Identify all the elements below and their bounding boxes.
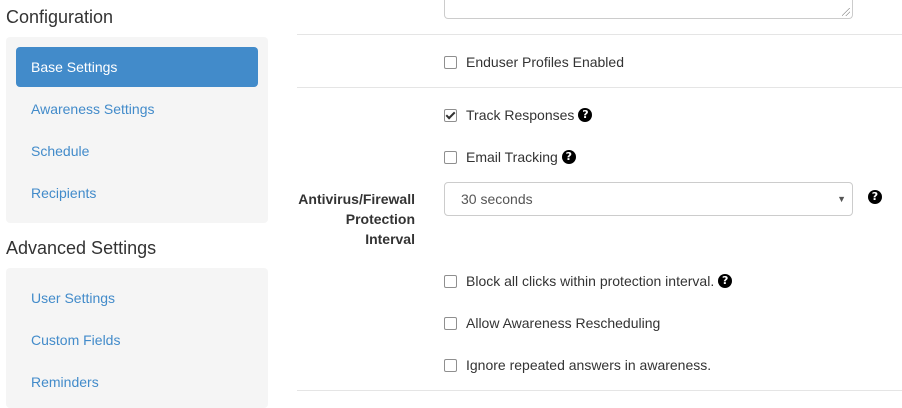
enduser-profiles-checkbox[interactable] <box>444 55 457 69</box>
ignore-repeated-checkbox[interactable] <box>444 358 457 372</box>
track-responses-checkbox[interactable] <box>444 108 457 122</box>
email-tracking-label: Email Tracking <box>466 149 558 165</box>
protection-interval-label: Antivirus/Firewall Protection Interval <box>298 191 415 247</box>
enduser-profiles-label: Enduser Profiles Enabled <box>466 54 624 70</box>
nav-item-custom-fields[interactable]: Custom Fields <box>16 320 258 360</box>
track-responses-label: Track Responses <box>466 107 575 123</box>
protection-interval-value: 30 seconds <box>461 191 533 207</box>
allow-rescheduling-label: Allow Awareness Rescheduling <box>466 315 661 331</box>
email-tracking-checkbox[interactable] <box>444 150 457 164</box>
track-responses-row[interactable]: Track Responses ? <box>444 105 593 125</box>
question-circle-icon[interactable]: ? <box>561 150 576 164</box>
divider <box>297 390 902 391</box>
divider <box>297 87 902 88</box>
nav-item-recipients[interactable]: Recipients <box>16 173 258 213</box>
allow-rescheduling-row[interactable]: Allow Awareness Rescheduling <box>444 313 660 333</box>
nav-item-base-settings[interactable]: Base Settings <box>16 47 258 87</box>
nav-item-schedule[interactable]: Schedule <box>16 131 258 171</box>
configuration-heading: Configuration <box>6 7 114 27</box>
advanced-settings-heading: Advanced Settings <box>6 238 157 258</box>
allow-rescheduling-checkbox[interactable] <box>444 316 457 330</box>
question-circle-icon[interactable]: ? <box>868 190 882 204</box>
ignore-repeated-label: Ignore repeated answers in awareness. <box>466 357 712 373</box>
advanced-settings-nav: User Settings Custom Fields Reminders <box>6 268 268 408</box>
textarea-field[interactable] <box>444 0 853 19</box>
chevron-down-icon: ▼ <box>837 194 846 204</box>
protection-interval-select[interactable]: 30 seconds ▼ <box>444 182 853 216</box>
divider <box>297 34 902 35</box>
nav-item-awareness-settings[interactable]: Awareness Settings <box>16 89 258 129</box>
nav-item-user-settings[interactable]: User Settings <box>16 278 258 318</box>
question-circle-icon[interactable]: ? <box>578 108 593 122</box>
block-clicks-label: Block all clicks within protection inter… <box>466 273 715 289</box>
question-circle-icon[interactable]: ? <box>718 274 733 288</box>
enduser-profiles-row[interactable]: Enduser Profiles Enabled <box>444 52 624 72</box>
block-clicks-row[interactable]: Block all clicks within protection inter… <box>444 271 733 291</box>
nav-item-reminders[interactable]: Reminders <box>16 362 258 402</box>
email-tracking-row[interactable]: Email Tracking ? <box>444 147 576 167</box>
ignore-repeated-row[interactable]: Ignore repeated answers in awareness. <box>444 355 711 375</box>
block-clicks-checkbox[interactable] <box>444 274 457 288</box>
configuration-nav: Base Settings Awareness Settings Schedul… <box>6 37 268 223</box>
resize-handle-icon[interactable] <box>842 8 850 16</box>
